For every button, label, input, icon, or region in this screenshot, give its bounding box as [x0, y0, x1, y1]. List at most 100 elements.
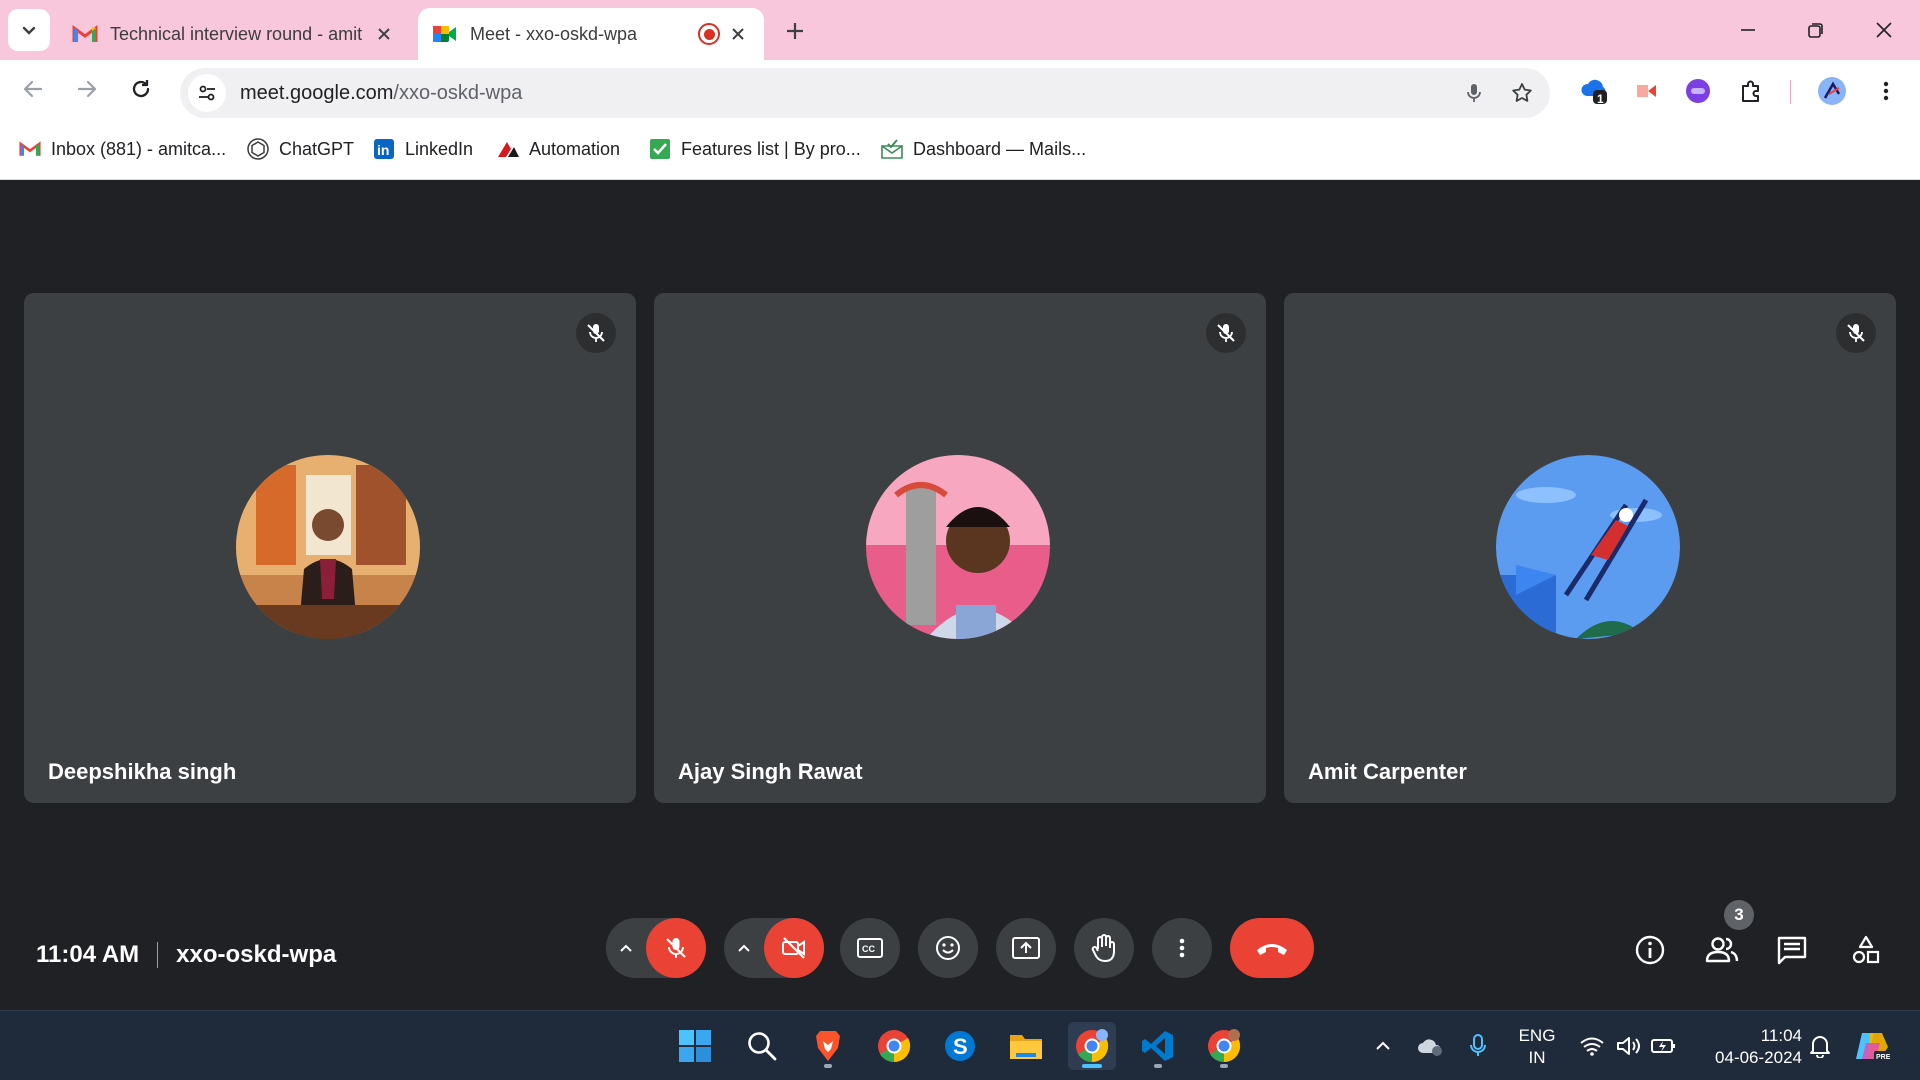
taskbar-chrome-alt[interactable] — [1200, 1022, 1248, 1070]
more-vert-icon — [1179, 938, 1185, 958]
participant-tile[interactable]: Deepshikha singh — [24, 293, 636, 803]
chat-button[interactable] — [1770, 928, 1814, 972]
bookmarks-bar: Inbox (881) - amitca... ChatGPT in Linke… — [0, 118, 1920, 180]
address-bar[interactable]: meet.google.com/xxo-oskd-wpa — [180, 68, 1550, 118]
tab-meet[interactable]: Meet - xxo-oskd-wpa — [418, 8, 764, 60]
captions-button-inner[interactable]: CC — [840, 918, 900, 978]
taskbar-skype[interactable]: S — [936, 1022, 984, 1070]
wifi-tray[interactable] — [1576, 1011, 1608, 1080]
search-icon — [748, 1032, 777, 1061]
audio-options-button[interactable] — [606, 918, 646, 978]
participant-name: Deepshikha singh — [48, 759, 237, 784]
battery-tray[interactable] — [1648, 1011, 1680, 1080]
extension-video-button[interactable] — [1630, 75, 1662, 107]
running-indicator — [1154, 1064, 1162, 1068]
voice-search-button[interactable] — [1454, 73, 1494, 113]
present-screen-button-inner[interactable] — [996, 918, 1056, 978]
raise-hand-button[interactable] — [1074, 918, 1134, 978]
new-tab-button[interactable] — [778, 14, 812, 48]
show-hidden-icons-button[interactable] — [1368, 1011, 1398, 1080]
chrome-menu-button[interactable] — [1870, 75, 1902, 107]
profile-button[interactable] — [1816, 75, 1848, 107]
more-vert-icon — [1883, 81, 1889, 101]
extensions-button[interactable] — [1736, 75, 1768, 107]
bookmark-automation[interactable]: Automation — [496, 134, 620, 164]
mic-muted-indicator — [1206, 313, 1246, 353]
tab-gmail[interactable]: Technical interview round - amit — [58, 8, 410, 60]
chrome-alt-icon — [1208, 1029, 1241, 1063]
restore-button[interactable] — [1792, 10, 1840, 50]
reload-icon — [132, 80, 150, 98]
raise-hand-button-inner[interactable] — [1074, 918, 1134, 978]
site-info-button[interactable] — [188, 74, 226, 112]
chrome-icon — [878, 1030, 911, 1063]
emoji-icon — [936, 936, 960, 960]
camera-toggle-button[interactable] — [764, 918, 824, 978]
reactions-button[interactable] — [918, 918, 978, 978]
participant-tile[interactable]: Ajay Singh Rawat — [654, 293, 1266, 803]
close-window-button[interactable] — [1860, 10, 1908, 50]
input-language[interactable]: ENG IN — [1512, 1025, 1562, 1069]
captions-button[interactable]: CC — [840, 918, 900, 978]
profile-avatar-icon — [1818, 77, 1846, 105]
extension-tabs-button[interactable]: 1 — [1578, 75, 1610, 107]
close-tab-icon[interactable] — [726, 22, 750, 46]
bookmark-star-button[interactable] — [1502, 73, 1542, 113]
copilot-button[interactable]: PRE — [1850, 1011, 1894, 1080]
bookmark-features-list[interactable]: Features list | By pro... — [648, 134, 861, 164]
more-options-button[interactable] — [1152, 918, 1212, 978]
back-button[interactable] — [16, 72, 50, 106]
bookmark-inbox[interactable]: Inbox (881) - amitca... — [18, 134, 226, 164]
taskbar-file-explorer[interactable] — [1002, 1022, 1050, 1070]
url-text[interactable]: meet.google.com/xxo-oskd-wpa — [240, 82, 1454, 105]
microphone-icon — [1467, 84, 1481, 102]
extension-webfigma-button[interactable] — [1682, 75, 1714, 107]
reactions-button-inner[interactable] — [918, 918, 978, 978]
microphone-tray[interactable] — [1462, 1011, 1494, 1080]
bookmark-linkedin[interactable]: in LinkedIn — [372, 134, 473, 164]
present-screen-button[interactable] — [996, 918, 1056, 978]
mailbox-icon — [880, 137, 904, 161]
meeting-details: 11:04 AM xxo-oskd-wpa — [36, 935, 336, 975]
bookmark-chatgpt[interactable]: ChatGPT — [246, 134, 354, 164]
volume-tray[interactable] — [1612, 1011, 1644, 1080]
participant-count-badge: 3 — [1724, 900, 1754, 930]
meeting-details-button[interactable] — [1628, 928, 1672, 972]
video-options-button[interactable] — [724, 918, 764, 978]
participant-avatar — [866, 455, 1050, 639]
bookmark-label: ChatGPT — [279, 138, 355, 159]
arrow-left-icon — [23, 80, 43, 98]
language-code: ENG — [1518, 1026, 1556, 1045]
mic-off-icon — [666, 938, 686, 958]
browser-toolbar: meet.google.com/xxo-oskd-wpa 1 — [0, 60, 1920, 118]
taskbar-vscode[interactable] — [1134, 1022, 1182, 1070]
reload-button[interactable] — [124, 72, 158, 106]
hand-icon — [1091, 934, 1115, 962]
people-button[interactable] — [1700, 928, 1744, 972]
taskbar-brave[interactable] — [804, 1022, 852, 1070]
minimize-button[interactable] — [1724, 10, 1772, 50]
taskbar-chrome-profile[interactable] — [1068, 1022, 1116, 1070]
taskbar-search-button[interactable] — [738, 1022, 786, 1070]
leave-call-button[interactable] — [1230, 918, 1314, 978]
bookmark-label: Inbox (881) - amitca... — [51, 138, 227, 159]
more-options-button-inner[interactable] — [1152, 918, 1212, 978]
taskbar-chrome[interactable] — [870, 1022, 918, 1070]
notifications-button[interactable] — [1804, 1011, 1836, 1080]
plus-icon — [787, 23, 803, 39]
close-icon — [1876, 22, 1892, 38]
activities-button[interactable] — [1844, 928, 1888, 972]
participant-tile[interactable]: Amit Carpenter — [1284, 293, 1896, 803]
close-tab-icon[interactable] — [372, 22, 396, 46]
onedrive-tray[interactable] — [1412, 1011, 1448, 1080]
arrow-right-icon — [77, 80, 97, 98]
tab-search-button[interactable] — [8, 9, 50, 51]
microphone-toggle-button[interactable] — [646, 918, 706, 978]
bookmark-dashboard[interactable]: Dashboard — Mails... — [880, 134, 1086, 164]
people-icon — [1705, 937, 1739, 963]
leave-call-button-inner[interactable] — [1230, 918, 1314, 978]
forward-button[interactable] — [70, 72, 104, 106]
system-clock[interactable]: 11:04 04-06-2024 — [1696, 1025, 1802, 1069]
minimize-icon — [1741, 29, 1755, 31]
start-button[interactable] — [671, 1022, 719, 1070]
